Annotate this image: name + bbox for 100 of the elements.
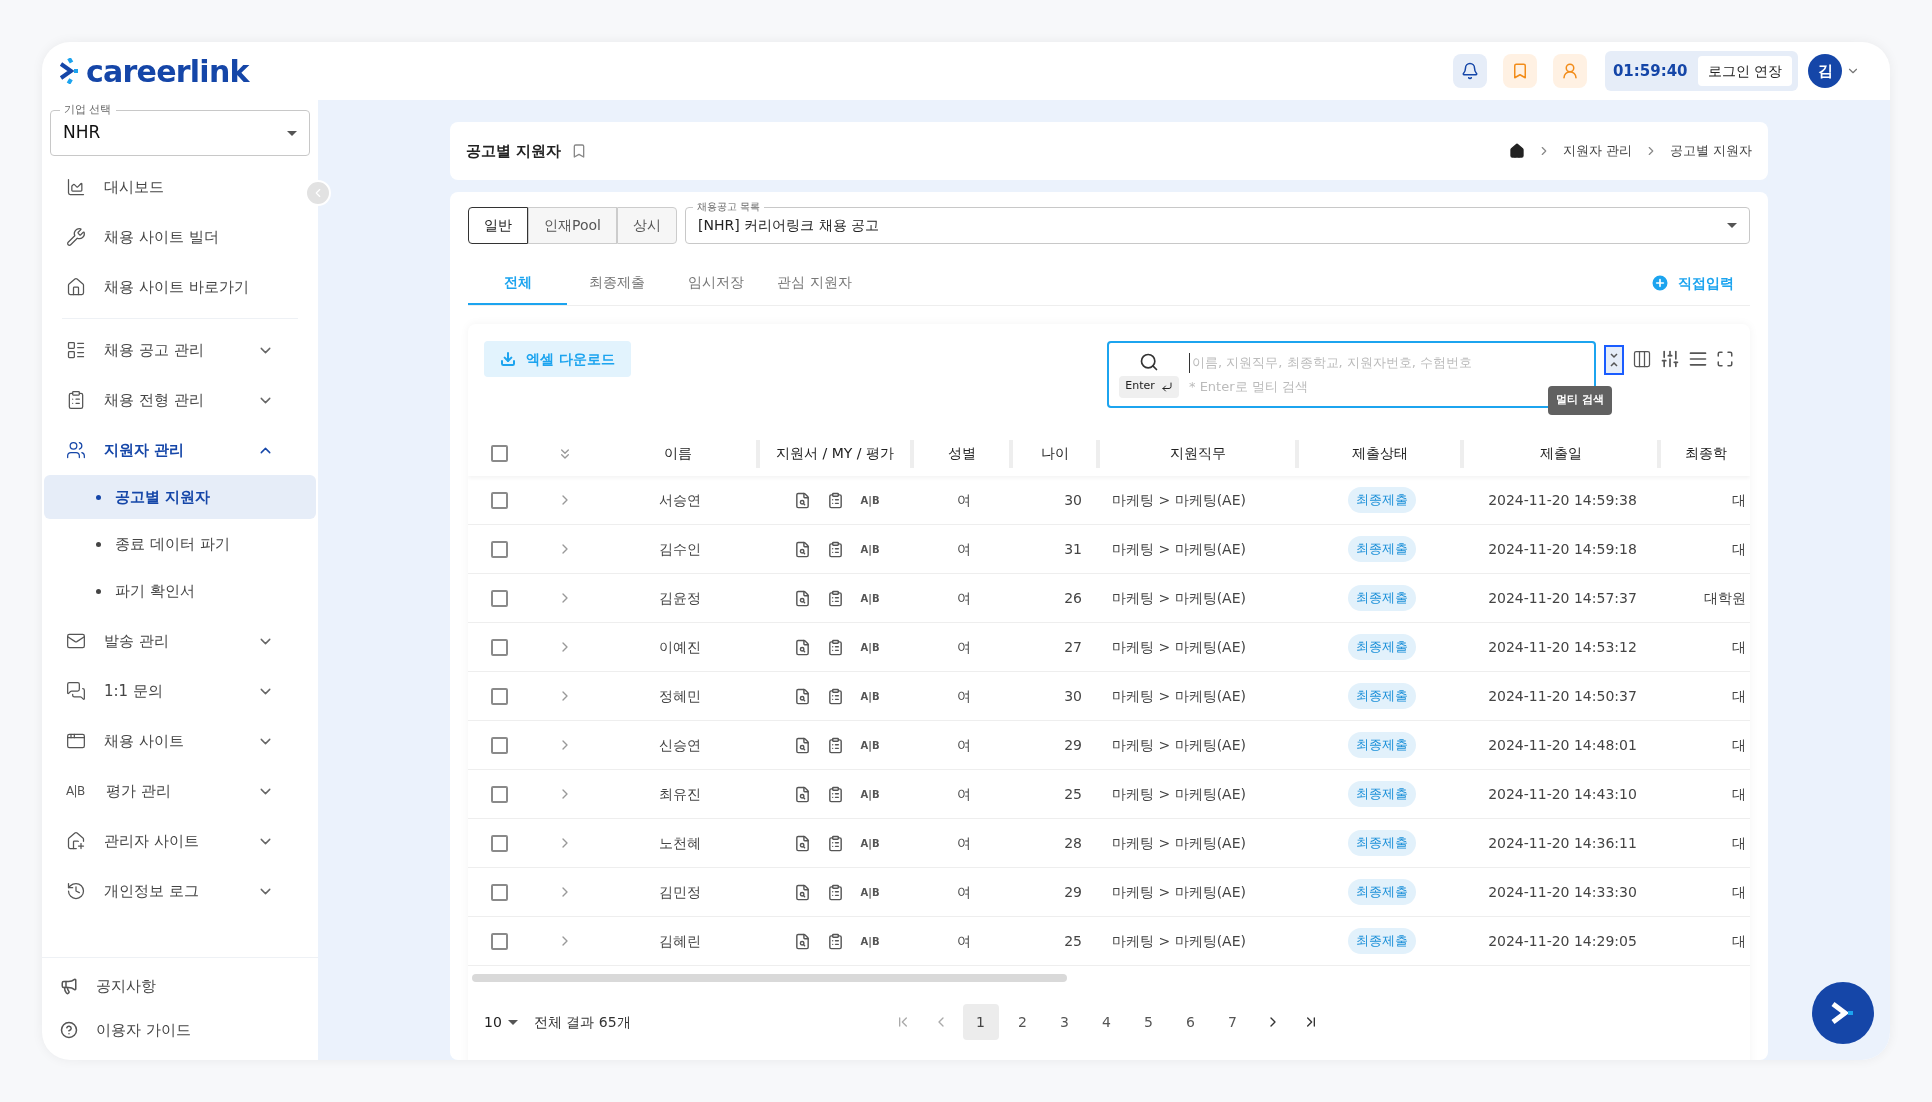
column-header[interactable]: 최종학 bbox=[1684, 443, 1727, 464]
page-button[interactable]: 3 bbox=[1046, 1004, 1083, 1040]
page-button[interactable]: 4 bbox=[1088, 1004, 1125, 1040]
checkbox[interactable] bbox=[490, 834, 508, 852]
user-star-button[interactable] bbox=[1552, 54, 1587, 88]
table-cell-text: 서승연 bbox=[659, 490, 701, 510]
application-icon[interactable] bbox=[794, 540, 812, 558]
application-icon[interactable] bbox=[794, 736, 812, 754]
sidebar-item[interactable]: 대시보드 bbox=[48, 165, 292, 209]
tab[interactable]: 최종제출 bbox=[567, 261, 666, 305]
checkbox[interactable] bbox=[490, 785, 508, 803]
evaluation-icon[interactable]: A|B bbox=[860, 492, 880, 508]
evaluation-icon[interactable]: A|B bbox=[860, 933, 880, 949]
page-button[interactable]: 5 bbox=[1130, 1004, 1167, 1040]
checkbox[interactable] bbox=[490, 445, 508, 462]
avatar[interactable]: 김 bbox=[1808, 54, 1842, 88]
page-button[interactable]: 7 bbox=[1214, 1004, 1251, 1040]
application-icon[interactable] bbox=[794, 883, 812, 901]
sidebar-subitem[interactable]: 파기 확인서 bbox=[44, 569, 316, 613]
clipboard-icon[interactable] bbox=[827, 589, 845, 607]
tab[interactable]: 임시저장 bbox=[666, 261, 765, 305]
sidebar-item[interactable]: 채용 사이트 바로가기 bbox=[48, 265, 292, 309]
bookmark-button[interactable] bbox=[1502, 54, 1537, 88]
search-input[interactable]: 이름, 지원직무, 최종학교, 지원자번호, 수험번호 bbox=[1189, 353, 1579, 373]
breadcrumb-item[interactable]: 공고별 지원자 bbox=[1669, 141, 1752, 161]
page-button[interactable]: 2 bbox=[1004, 1004, 1041, 1040]
extend-login-button[interactable]: 로그인 연장 bbox=[1697, 56, 1792, 86]
sidebar-subitem[interactable]: 종료 데이터 파기 bbox=[44, 522, 316, 566]
table-cell-text: 여 bbox=[956, 931, 971, 951]
breadcrumb-item[interactable]: 지원자 관리 bbox=[1562, 141, 1632, 161]
segment-tab[interactable]: 일반 bbox=[468, 207, 528, 244]
sidebar-item[interactable]: 채용 전형 관리 bbox=[48, 378, 292, 422]
checkbox[interactable] bbox=[490, 491, 508, 509]
fullscreen-icon[interactable] bbox=[1716, 350, 1734, 368]
page-button[interactable]: 6 bbox=[1172, 1004, 1209, 1040]
evaluation-icon[interactable]: A|B bbox=[860, 884, 880, 900]
table-cell-text: 29 bbox=[1064, 735, 1082, 755]
sidebar-item[interactable]: 지원자 관리 bbox=[48, 428, 292, 472]
clipboard-icon[interactable] bbox=[827, 785, 845, 803]
application-icon[interactable] bbox=[794, 687, 812, 705]
checkbox[interactable] bbox=[490, 638, 508, 656]
column-header[interactable]: 이름 bbox=[664, 443, 692, 464]
sidebar-item[interactable]: 1:1 문의 bbox=[48, 669, 292, 713]
application-icon[interactable] bbox=[794, 638, 812, 656]
checkbox[interactable] bbox=[490, 736, 508, 754]
columns-icon[interactable] bbox=[1632, 349, 1652, 369]
column-header[interactable]: 지원직무 bbox=[1169, 443, 1226, 464]
column-header[interactable]: 성별 bbox=[947, 443, 976, 464]
evaluation-icon[interactable]: A|B bbox=[860, 737, 880, 753]
checkbox[interactable] bbox=[490, 932, 508, 950]
sidebar-item[interactable]: 채용 사이트 빌더 bbox=[48, 215, 292, 259]
application-icon[interactable] bbox=[794, 589, 812, 607]
clipboard-icon[interactable] bbox=[827, 932, 845, 950]
segment-tab[interactable]: 상시 bbox=[616, 207, 677, 244]
evaluation-icon[interactable]: A|B bbox=[860, 541, 880, 557]
evaluation-icon[interactable]: A|B bbox=[860, 688, 880, 704]
evaluation-icon[interactable]: A|B bbox=[860, 639, 880, 655]
evaluation-icon[interactable]: A|B bbox=[860, 835, 880, 851]
home-icon[interactable] bbox=[1508, 143, 1525, 159]
sidebar-item[interactable]: 채용 사이트 bbox=[48, 719, 292, 763]
clipboard-icon[interactable] bbox=[827, 540, 845, 558]
page-size-select[interactable]: 10 bbox=[484, 1011, 518, 1033]
sidebar-item[interactable]: 발송 관리 bbox=[48, 619, 292, 663]
clipboard-icon[interactable] bbox=[827, 687, 845, 705]
checkbox[interactable] bbox=[490, 883, 508, 901]
checkbox[interactable] bbox=[490, 540, 508, 558]
density-icon[interactable] bbox=[1688, 349, 1708, 369]
enter-key: Enter bbox=[1119, 375, 1179, 398]
clipboard-icon[interactable] bbox=[827, 834, 845, 852]
sidebar-footer-item[interactable]: 이용자 가이드 bbox=[42, 1008, 318, 1052]
clipboard-icon[interactable] bbox=[827, 638, 845, 656]
clipboard-icon[interactable] bbox=[827, 883, 845, 901]
sliders-icon[interactable] bbox=[1660, 349, 1680, 369]
checkbox[interactable] bbox=[490, 687, 508, 705]
evaluation-icon[interactable]: A|B bbox=[860, 590, 880, 606]
bell-button[interactable] bbox=[1452, 54, 1487, 88]
sidebar-footer-item[interactable]: 공지사항 bbox=[42, 964, 318, 1008]
segment-tab[interactable]: 인재Pool bbox=[528, 207, 617, 244]
application-icon[interactable] bbox=[794, 785, 812, 803]
clipboard-icon[interactable] bbox=[827, 491, 845, 509]
application-icon[interactable] bbox=[794, 932, 812, 950]
application-icon[interactable] bbox=[794, 491, 812, 509]
evaluation-icon[interactable]: A|B bbox=[860, 786, 880, 802]
column-header[interactable]: 제출일 bbox=[1539, 443, 1582, 464]
checkbox[interactable] bbox=[490, 589, 508, 607]
column-header[interactable]: 제출상태 bbox=[1351, 443, 1408, 464]
sidebar-item[interactable]: 채용 공고 관리 bbox=[48, 328, 292, 372]
tab[interactable]: 관심 지원자 bbox=[765, 261, 864, 305]
application-icon[interactable] bbox=[794, 834, 812, 852]
sidebar-subitem[interactable]: 공고별 지원자 bbox=[44, 475, 316, 519]
logo-text: careerlink bbox=[86, 52, 249, 91]
horizontal-scrollbar[interactable] bbox=[472, 974, 1067, 982]
sidebar-item[interactable]: 개인정보 로그 bbox=[48, 869, 292, 913]
column-header[interactable]: 지원서 / MY / 평가 bbox=[776, 443, 894, 464]
sidebar-item[interactable]: 관리자 사이트 bbox=[48, 819, 292, 863]
multi-search-toggle[interactable] bbox=[1604, 345, 1624, 375]
page-button[interactable]: 1 bbox=[962, 1004, 999, 1040]
column-header[interactable]: 나이 bbox=[1040, 443, 1069, 464]
sidebar-item[interactable]: A|B 평가 관리 bbox=[48, 769, 292, 813]
clipboard-icon[interactable] bbox=[827, 736, 845, 754]
